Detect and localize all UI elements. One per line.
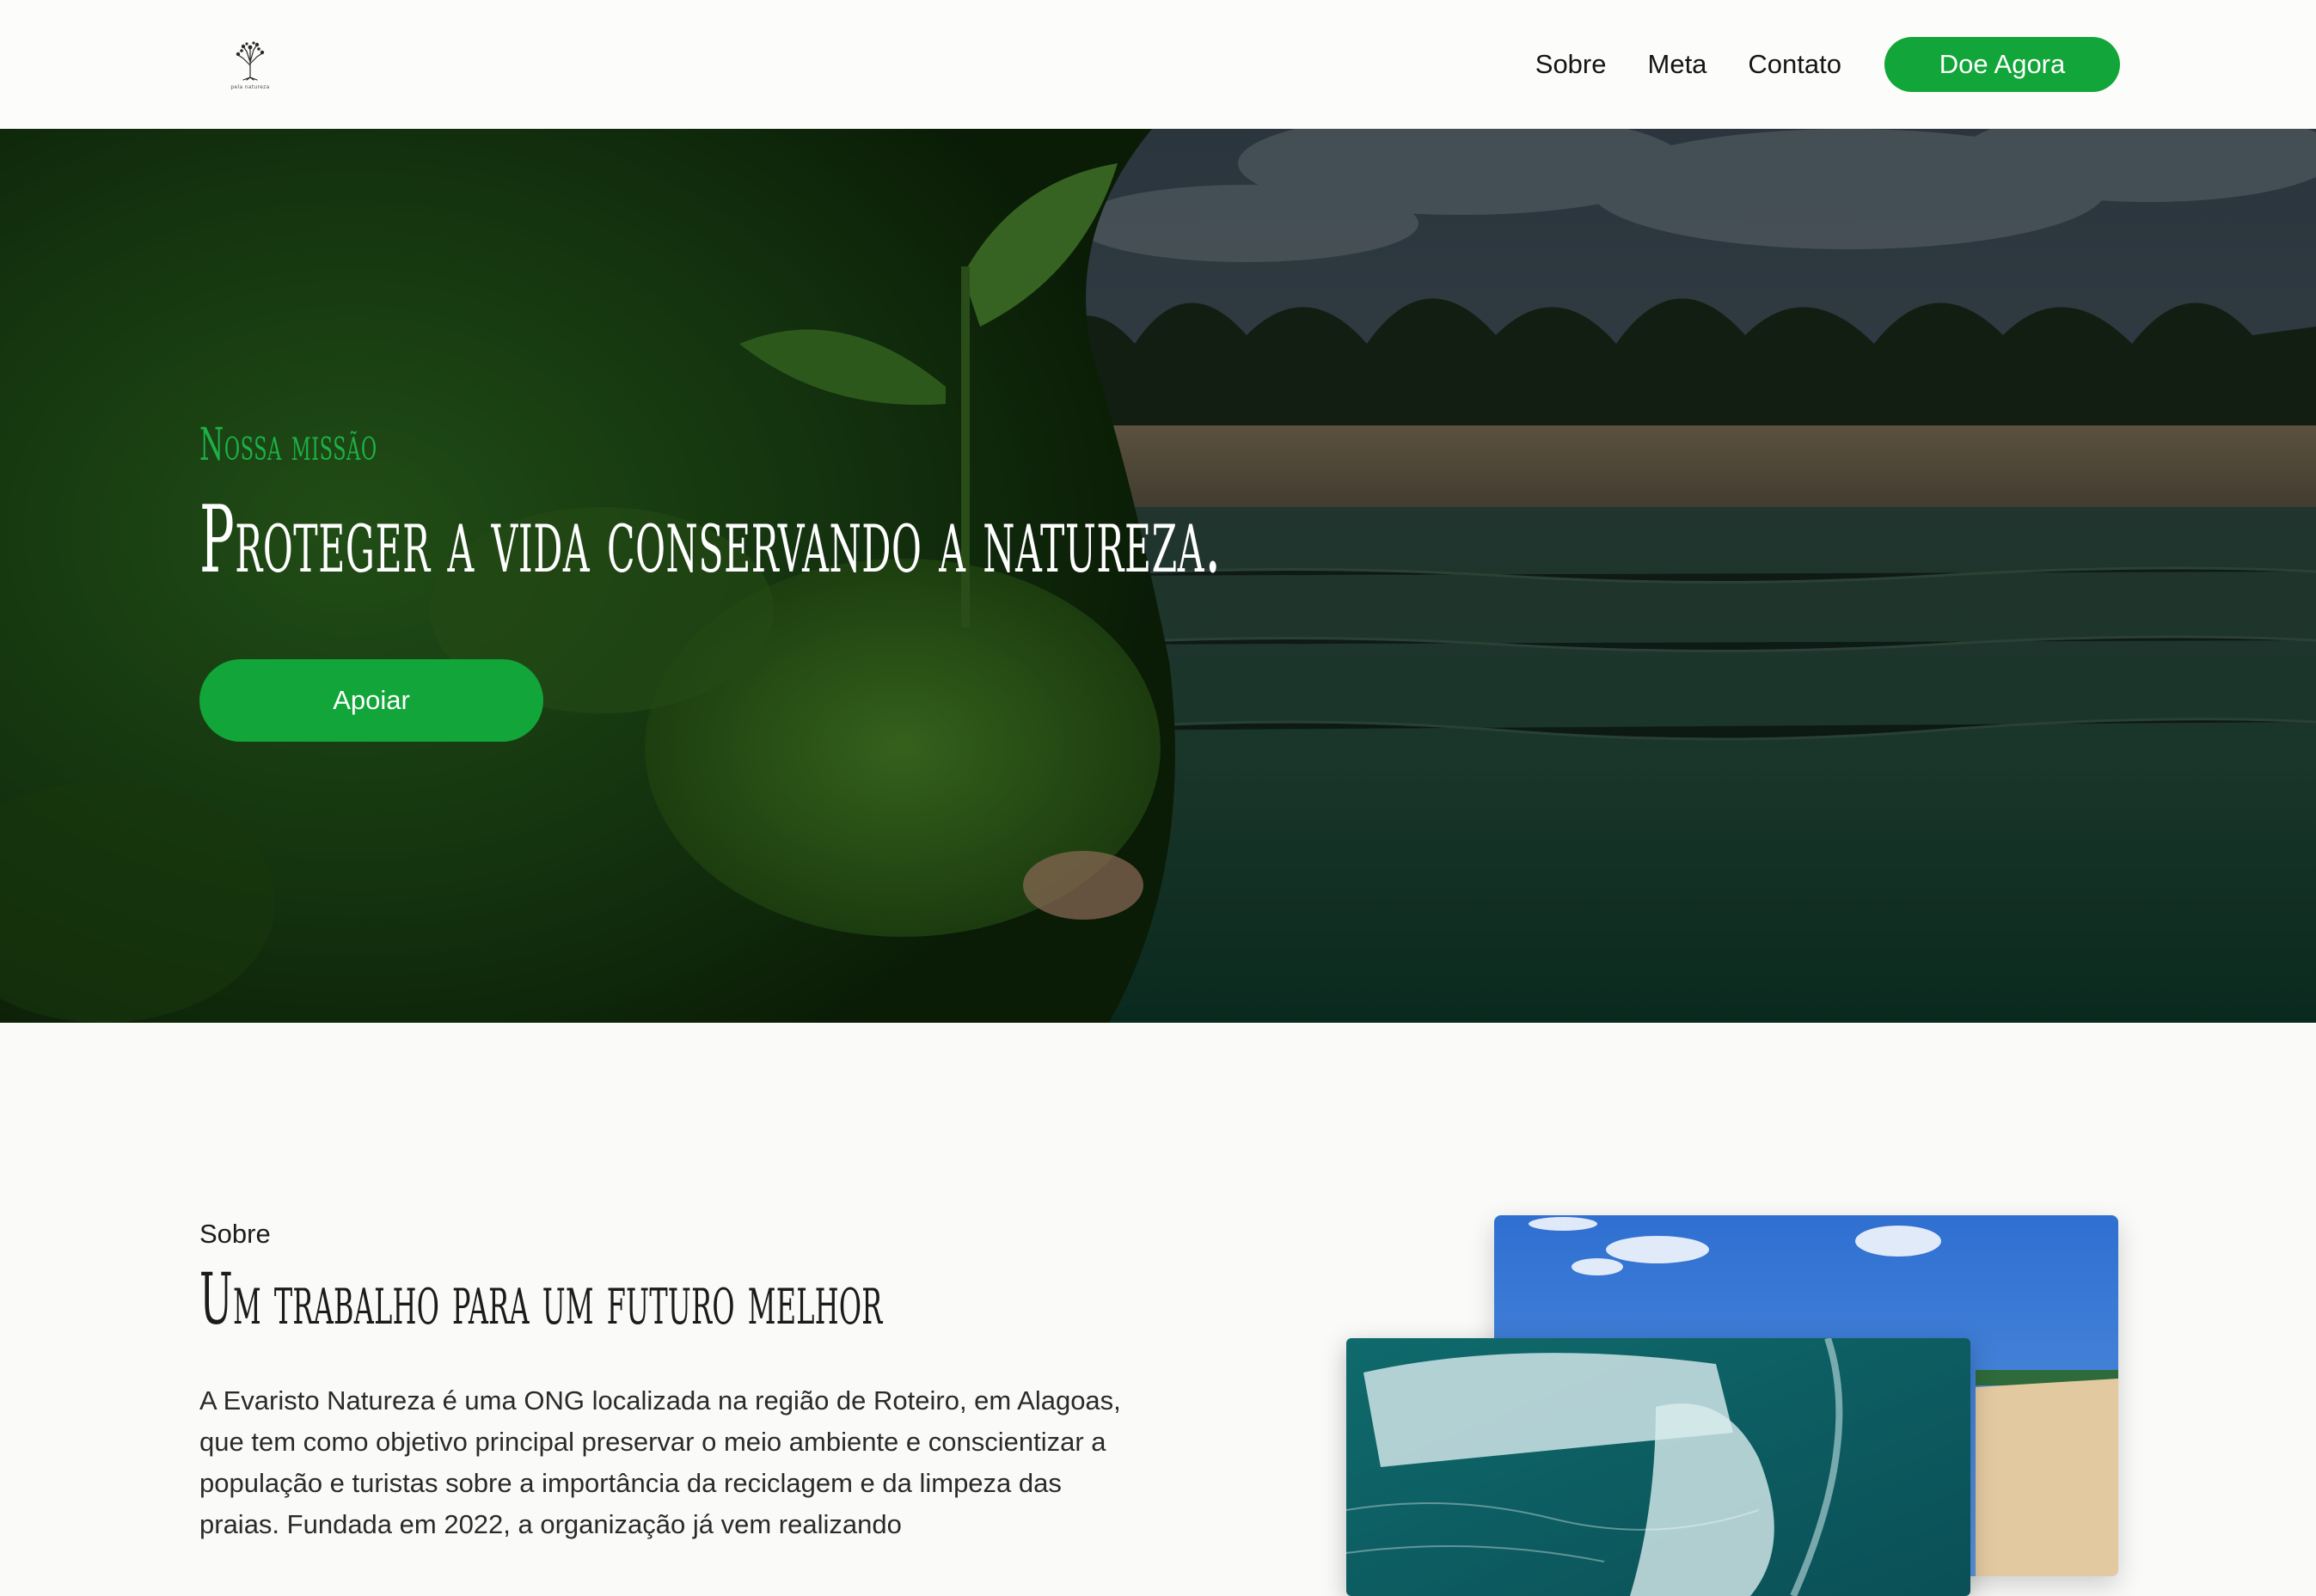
nav-link-meta[interactable]: Meta <box>1648 49 1707 80</box>
tree-logo-icon <box>236 41 265 81</box>
hero-section: Nossa missão Proteger a vida conservando… <box>0 129 2316 1023</box>
about-paragraph: A Evaristo Natureza é uma ONG localizada… <box>199 1385 1121 1539</box>
support-button[interactable]: Apoiar <box>199 659 543 742</box>
nav-link-contato[interactable]: Contato <box>1748 49 1841 80</box>
logo-text: pela natureza <box>230 84 270 90</box>
hero-title: Proteger a vida conservando a natureza. <box>199 486 1222 594</box>
hero-kicker: Nossa missão <box>199 419 377 471</box>
donate-button[interactable]: Doe Agora <box>1884 37 2120 92</box>
main-nav: Sobre Meta Contato Doe Agora <box>1535 37 2120 92</box>
nav-link-sobre[interactable]: Sobre <box>1535 49 1607 80</box>
plastic-bottle-photo <box>1346 1338 1970 1596</box>
about-kicker: Sobre <box>199 1219 271 1249</box>
about-title: Um trabalho para um futuro melhor <box>199 1259 883 1341</box>
logo[interactable]: pela natureza <box>225 40 275 96</box>
site-header: pela natureza Sobre Meta Contato Doe Ago… <box>0 0 2316 129</box>
